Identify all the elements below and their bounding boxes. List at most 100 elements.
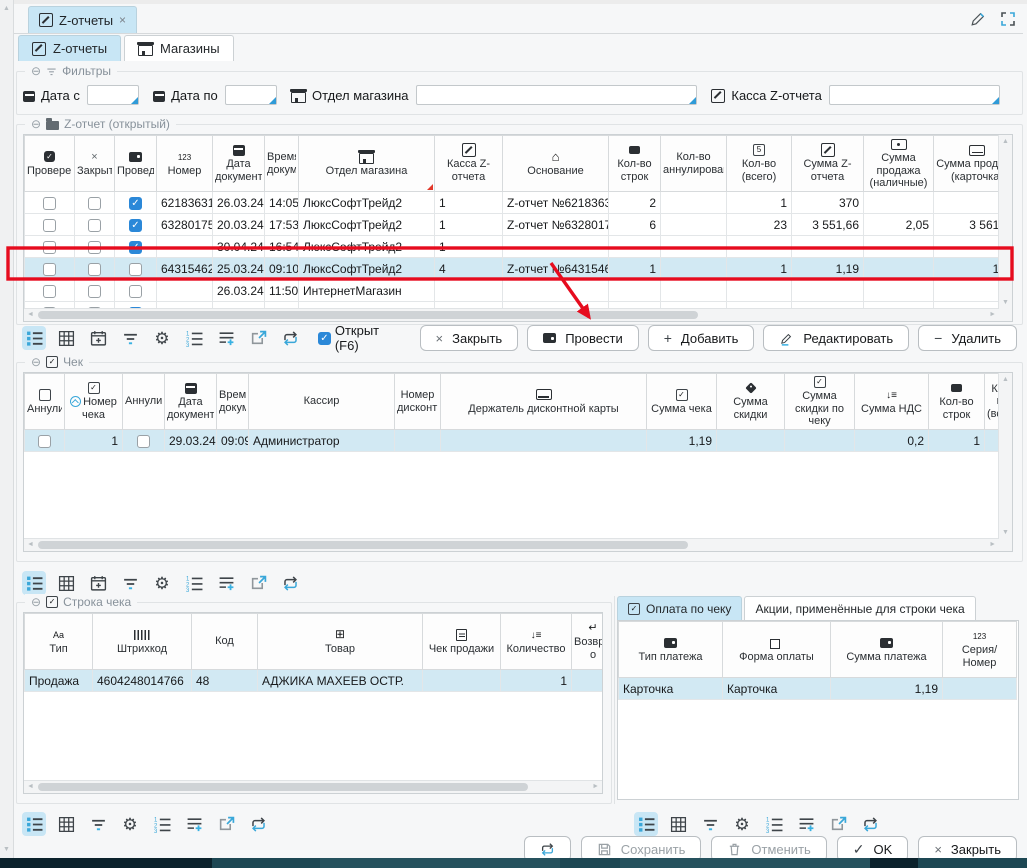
cell-checked[interactable] — [25, 280, 75, 302]
cell-card-sale-sum[interactable]: 3 561,66 — [934, 214, 1000, 236]
column-header-lines-count[interactable]: Кол-во строк — [929, 374, 985, 430]
cell-closed[interactable] — [75, 258, 115, 280]
calendar-add-icon[interactable] — [86, 571, 110, 595]
cell-basis[interactable]: Z-отчет №63280175 — [503, 214, 609, 236]
tab-stores[interactable]: Магазины — [124, 35, 234, 61]
column-header-barcode[interactable]: Штрихкод — [93, 614, 192, 670]
horizontal-scrollbar[interactable]: ◄► — [24, 538, 999, 551]
collapse-icon[interactable]: ⊖ — [31, 65, 41, 77]
add-row-icon[interactable] — [214, 571, 238, 595]
column-header-check-sum[interactable]: ✓Сумма чека — [647, 374, 717, 430]
cell-doc-time[interactable]: 16:54 — [265, 236, 299, 258]
scroll-down-icon[interactable]: ▼ — [3, 846, 10, 853]
cell-lines-count[interactable]: 2 — [609, 192, 661, 214]
cell-store-dept[interactable]: ЛюксСофтТрейд2 — [299, 214, 435, 236]
cell-doc-time[interactable]: 09:09 — [217, 430, 249, 452]
cell-store-dept[interactable]: ЛюксСофтТрейд2 — [299, 192, 435, 214]
cell-number[interactable]: 62183631 — [157, 192, 213, 214]
row-checkbox[interactable] — [88, 241, 101, 254]
table-row[interactable]: Продажа460424801476648АДЖИКА МАХЕЕВ ОСТР… — [25, 670, 603, 692]
table-row[interactable]: ✓30.04.2416:54ЛюксСофтТрейд21 — [25, 236, 1000, 258]
cell-sale-check[interactable] — [423, 670, 501, 692]
cell-zreport-sum[interactable]: 3 551,66 — [792, 214, 864, 236]
add-button[interactable]: +Добавить — [648, 325, 755, 351]
scroll-up-icon[interactable]: ▲ — [3, 5, 10, 12]
column-header-annulled-a[interactable]: Аннулирова.. — [25, 374, 65, 430]
column-header-discount-number[interactable]: Номер дисконтной — [395, 374, 441, 430]
column-header-card-sale-sum[interactable]: Сумма продажа (карточка) — [934, 136, 1000, 192]
cell-lines-count[interactable]: 1 — [929, 430, 985, 452]
cell-check-sum[interactable]: 1,19 — [647, 430, 717, 452]
open-external-icon[interactable] — [826, 812, 850, 836]
cell-doc-date[interactable]: 26.03.24 — [213, 280, 265, 302]
refresh-loop-icon[interactable] — [278, 326, 302, 350]
cell-closed[interactable] — [75, 236, 115, 258]
column-header-doc-time[interactable]: Время документа — [265, 136, 299, 192]
column-header-payment-type[interactable]: Тип платежа — [619, 622, 723, 678]
cell-card-sale-sum[interactable] — [934, 236, 1000, 258]
column-header-payment-sum[interactable]: Сумма платежа — [831, 622, 943, 678]
column-header-discount-sum[interactable]: Сумма скидки — [717, 374, 785, 430]
column-header-total-count[interactable]: 5Кол-во (всего) — [727, 136, 792, 192]
column-header-closed[interactable]: ×Закрыт — [75, 136, 115, 192]
horizontal-scrollbar[interactable]: ◄► — [24, 780, 602, 793]
cell-check-discount-sum[interactable] — [785, 430, 855, 452]
cell-closed[interactable] — [75, 280, 115, 302]
cell-discount-number[interactable] — [395, 430, 441, 452]
table-row[interactable]: КарточкаКарточка1,19 — [619, 678, 1017, 700]
cell-zreport-cash[interactable] — [435, 280, 503, 302]
row-checkbox[interactable] — [88, 285, 101, 298]
column-header-type[interactable]: AaТип — [25, 614, 93, 670]
tab-zreports[interactable]: Z-отчеты — [18, 35, 121, 61]
column-header-posted[interactable]: Проведен — [115, 136, 157, 192]
table-row[interactable]: 26.03.2411:50ИнтернетМагазин — [25, 280, 1000, 302]
column-header-lines-count[interactable]: Кол-во строк — [609, 136, 661, 192]
filter-icon[interactable] — [698, 812, 722, 836]
cell-type[interactable]: Продажа — [25, 670, 93, 692]
grid-view-icon[interactable] — [54, 812, 78, 836]
delete-button[interactable]: −Удалить — [918, 325, 1017, 351]
collapse-icon[interactable]: ⊖ — [31, 596, 41, 608]
cell-zreport-cash[interactable]: 1 — [435, 214, 503, 236]
filter-input-date-from[interactable] — [87, 85, 139, 105]
settings-icon[interactable]: ⚙ — [150, 326, 174, 350]
row-checkbox[interactable] — [129, 285, 142, 298]
cell-total-count[interactable] — [985, 430, 1000, 452]
cell-closed[interactable] — [75, 214, 115, 236]
column-header-cash-sale-sum[interactable]: Сумма продажа (наличные) — [864, 136, 934, 192]
cell-doc-date[interactable]: 25.03.24 — [213, 258, 265, 280]
cell-lines-count[interactable]: 1 — [609, 258, 661, 280]
cell-annulled-count[interactable] — [661, 236, 727, 258]
cell-basis[interactable]: Z-отчет №64315462 — [503, 258, 609, 280]
row-checkbox[interactable] — [38, 435, 51, 448]
horizontal-scrollbar[interactable]: ◄► — [24, 308, 999, 321]
column-header-vat-sum[interactable]: ↓≡Сумма НДС — [855, 374, 929, 430]
cell-store-dept[interactable]: ЛюксСофтТрейд2 — [299, 258, 435, 280]
cell-checked[interactable] — [25, 258, 75, 280]
column-header-code[interactable]: Код — [192, 614, 258, 670]
cell-doc-time[interactable]: 09:10 — [265, 258, 299, 280]
window-tab-zreports[interactable]: Z-отчеты × — [28, 6, 137, 33]
collapse-icon[interactable]: ⊖ — [31, 356, 41, 368]
column-header-series-number[interactable]: 123Серия/ Номер — [943, 622, 1017, 678]
cell-annulled-count[interactable] — [661, 280, 727, 302]
cell-zreport-sum[interactable]: 370 — [792, 192, 864, 214]
cell-total-count[interactable] — [727, 280, 792, 302]
cell-cashier[interactable]: Администратор — [249, 430, 395, 452]
cell-series-number[interactable] — [943, 678, 1017, 700]
cell-zreport-sum[interactable] — [792, 236, 864, 258]
cell-zreport-cash[interactable]: 1 — [435, 192, 503, 214]
table-row[interactable]: ✓6218363126.03.2414:05ЛюксСофтТрейд21Z-о… — [25, 192, 1000, 214]
list-view-icon[interactable] — [634, 812, 658, 836]
column-header-zreport-sum[interactable]: Сумма Z-отчета — [792, 136, 864, 192]
add-row-icon[interactable] — [794, 812, 818, 836]
row-checkbox[interactable] — [43, 219, 56, 232]
column-header-doc-time[interactable]: Время документа — [217, 374, 249, 430]
cell-lines-count[interactable] — [609, 280, 661, 302]
cell-annulled-a[interactable] — [25, 430, 65, 452]
numbered-list-icon[interactable]: 123 — [182, 326, 206, 350]
vertical-scrollbar[interactable]: ▲▼ — [998, 373, 1012, 539]
cell-doc-time[interactable]: 11:50 — [265, 280, 299, 302]
row-checkbox[interactable] — [43, 241, 56, 254]
column-header-store-dept[interactable]: Отдел магазина — [299, 136, 435, 192]
